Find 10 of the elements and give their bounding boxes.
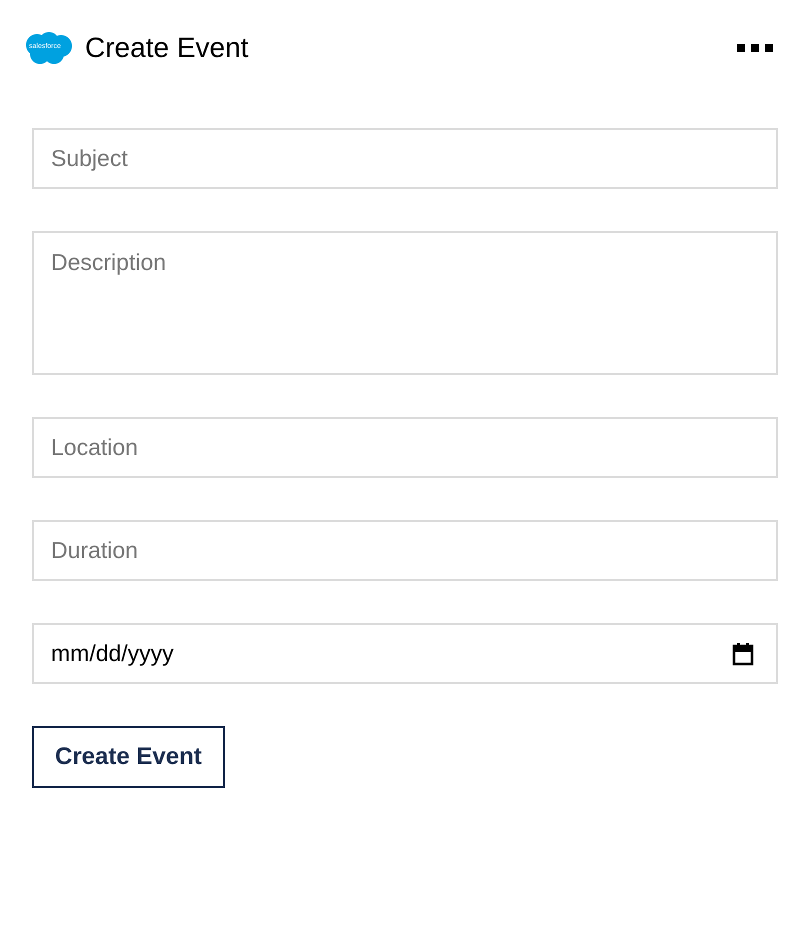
create-event-button[interactable]: Create Event — [32, 726, 225, 788]
page-title: Create Event — [85, 31, 248, 65]
calendar-icon — [732, 642, 754, 666]
more-icon[interactable] — [737, 44, 773, 52]
text-field[interactable]: Location — [32, 417, 778, 478]
cloud-icon — [24, 31, 73, 65]
text-field[interactable]: Subject — [32, 128, 778, 189]
description-field[interactable]: Description — [32, 231, 778, 375]
text-field[interactable]: Duration — [32, 520, 778, 581]
date-field[interactable]: mm/dd/yyyy — [32, 623, 778, 684]
